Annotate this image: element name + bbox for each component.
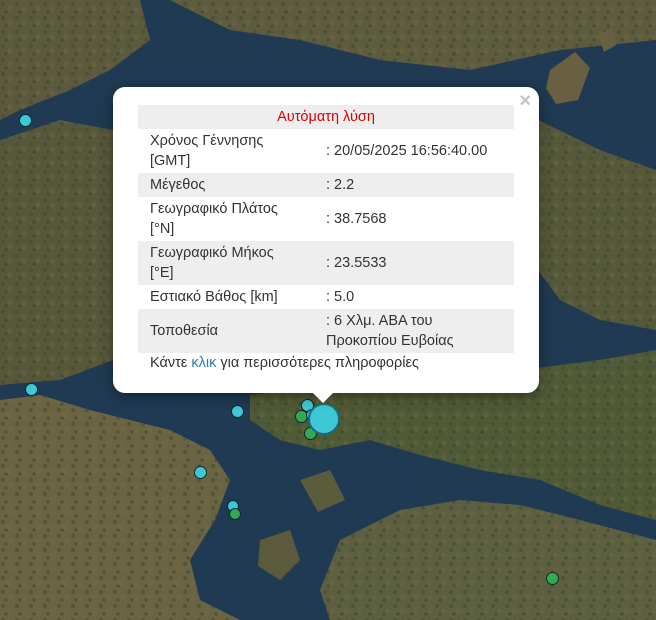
earthquake-marker[interactable] [231,405,244,418]
more-info-suffix: για περισσότερες πληροφορίες [220,355,419,371]
info-value: : 20/05/2025 16:56:40.00 [326,143,488,159]
info-label: Εστιακό Βάθος [km] [150,289,278,305]
info-row-latitude: Γεωγραφικό Πλάτος [°N] : 38.7568 [138,197,514,241]
earthquake-marker[interactable] [546,572,559,585]
popup-tip [311,391,335,403]
info-label: Μέγεθος [138,173,294,197]
earthquake-info-popup: × Αυτόματη λύση Χρόνος Γέννησης [GMT] : … [113,87,539,403]
info-value: : 6 Χλμ. ΑΒΑ του Προκοπίου Ευβοίας [294,309,514,353]
info-row-location: Τοποθεσία : 6 Χλμ. ΑΒΑ του Προκοπίου Ευβ… [138,309,514,353]
info-row-longitude: Γεωγραφικό Μήκος [°E] : 23.5533 [138,241,514,285]
info-row-magnitude: Μέγεθος : 2.2 [138,173,514,197]
info-header-row: Αυτόματη λύση [138,105,514,129]
info-value: : 5.0 [326,289,355,305]
info-label: Τοποθεσία [138,309,294,353]
earthquake-info-table: Αυτόματη λύση Χρόνος Γέννησης [GMT] : 20… [138,105,514,353]
more-info-link[interactable]: κλικ [191,355,216,371]
earthquake-marker[interactable] [19,114,32,127]
solution-type-label: Αυτόματη λύση [138,105,514,129]
info-value: : 38.7568 [326,211,387,227]
info-label: Γεωγραφικό Μήκος [°E] [138,241,294,285]
earthquake-marker[interactable] [229,508,241,520]
more-info-text: Κάντε κλικ για περισσότερες πληροφορίες [150,355,419,371]
popup-close-button[interactable]: × [519,91,531,111]
info-row-depth: Εστιακό Βάθος [km] : 5.0 [138,285,514,309]
selected-earthquake-marker[interactable] [308,403,340,435]
info-value: : 23.5533 [294,241,514,285]
info-label: Γεωγραφικό Πλάτος [°N] [150,201,278,237]
info-label: Χρόνος Γέννησης [GMT] [150,133,264,169]
info-row-origin-time: Χρόνος Γέννησης [GMT] : 20/05/2025 16:56… [138,129,514,173]
info-value: : 2.2 [294,173,514,197]
earthquake-marker[interactable] [194,466,207,479]
more-info-prefix: Κάντε [150,355,188,371]
earthquake-marker[interactable] [25,383,38,396]
